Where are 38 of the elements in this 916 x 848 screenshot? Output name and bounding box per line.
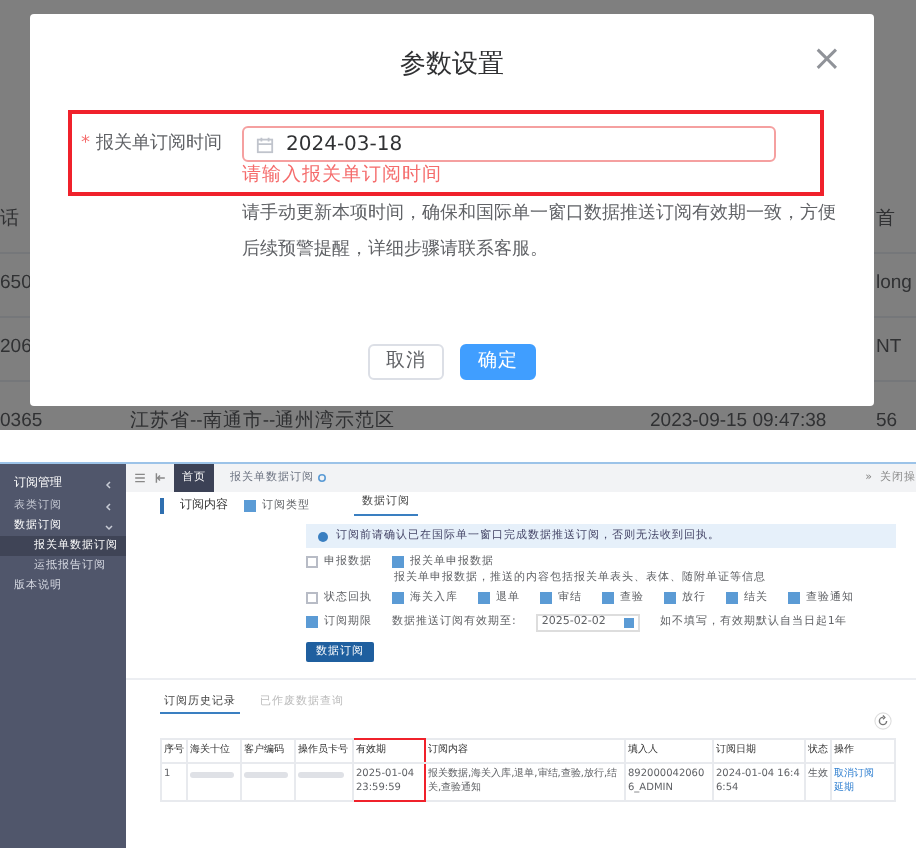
- checkbox[interactable]: [540, 592, 552, 605]
- required-mark: *: [81, 134, 90, 154]
- error-message: 请输入报关单订阅时间: [242, 162, 444, 188]
- checkbox[interactable]: [306, 592, 318, 605]
- checkbox[interactable]: [392, 592, 404, 605]
- blurred-text: [190, 772, 234, 779]
- table-cell-text: 话: [0, 206, 20, 235]
- chevron-left-icon: [104, 479, 114, 489]
- cancel-button[interactable]: 取消: [368, 344, 444, 380]
- date-field[interactable]: 2024-03-18: [242, 126, 776, 162]
- checkbox[interactable]: [306, 616, 318, 629]
- menu-icon[interactable]: [134, 472, 146, 484]
- hint-text: 请手动更新本项时间，确保和国际单一窗口数据推送订阅有效期一致，方便后续预警提醒，详细步骤请联系客服。: [242, 201, 838, 264]
- table-cell-text: NT: [876, 334, 902, 363]
- checkbox[interactable]: [602, 592, 614, 605]
- checkbox[interactable]: [478, 592, 490, 605]
- checkbox[interactable]: [306, 556, 318, 569]
- table-cell: 江苏省--南通市--通州湾示范区: [130, 407, 396, 430]
- checkbox[interactable]: [244, 500, 256, 512]
- chevron-left-icon: [104, 501, 114, 511]
- table-cell-text: 650: [0, 270, 32, 299]
- dialog-title: 参数设置: [400, 50, 504, 80]
- checkbox[interactable]: [392, 556, 404, 569]
- table-cell-text: 首: [876, 206, 896, 235]
- table-cell: 56: [876, 407, 898, 430]
- checkbox[interactable]: [664, 592, 676, 605]
- close-button[interactable]: ×: [811, 42, 842, 78]
- collapse-icon[interactable]: [154, 472, 166, 484]
- field-label: 报关单订阅时间: [96, 134, 222, 154]
- table-cell-text: long: [876, 270, 912, 299]
- table-cell: 2023-09-15 09:47:38: [650, 407, 827, 430]
- checkbox[interactable]: [788, 592, 800, 605]
- checkbox[interactable]: [726, 592, 738, 605]
- info-icon: [318, 531, 328, 541]
- refresh-icon[interactable]: [874, 712, 892, 731]
- chevron-down-icon: [104, 521, 114, 531]
- table-cell-text: 206: [0, 334, 32, 363]
- table-cell: 0365: [0, 407, 43, 430]
